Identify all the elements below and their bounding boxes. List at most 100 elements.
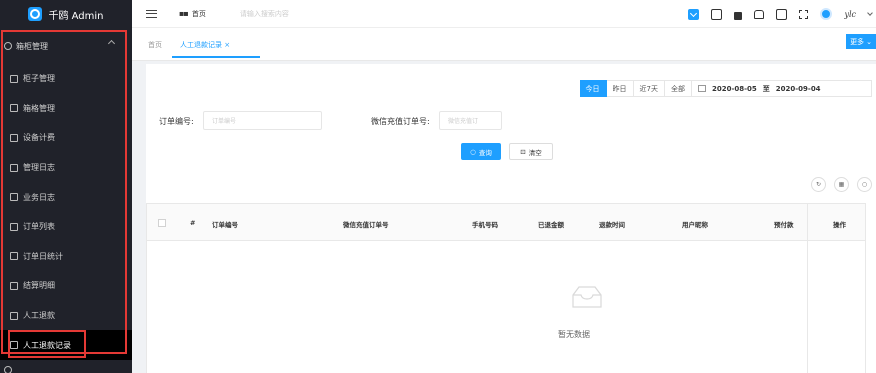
sidebar-item-billing[interactable]: 设备计费 bbox=[0, 123, 132, 153]
sidebar-item-cabinets[interactable]: 柜子管理 bbox=[0, 64, 132, 94]
top-bar: ▪▪ 首页 请输入搜索内容 ylc bbox=[132, 0, 876, 28]
sidebar-item-label: 订单日统计 bbox=[23, 251, 63, 261]
active-tab-indicator bbox=[172, 56, 260, 58]
sidebar-next-group[interactable] bbox=[0, 364, 132, 373]
column-header: 手机号码 bbox=[472, 221, 498, 229]
log-icon bbox=[10, 193, 18, 202]
receipt-icon bbox=[10, 281, 18, 290]
table-tools: ↻ ▦ ○ bbox=[811, 177, 872, 192]
date-to: 2020-09-04 bbox=[775, 84, 821, 93]
user-list-icon bbox=[10, 341, 18, 350]
sidebar-item-refund-records[interactable]: 人工退款记录 bbox=[0, 330, 132, 360]
column-header: 微信充值订单号 bbox=[343, 221, 389, 229]
sidebar-item-label: 人工退款记录 bbox=[23, 340, 71, 350]
sidebar-item-label: 箱格管理 bbox=[23, 103, 55, 113]
column-header: 预付款 bbox=[774, 221, 794, 229]
avatar[interactable] bbox=[820, 8, 833, 20]
date-range-input[interactable]: 2020-08-05 至 2020-09-04 bbox=[692, 80, 872, 97]
query-button[interactable]: ○ 查询 bbox=[461, 143, 501, 160]
shield-icon bbox=[4, 42, 12, 50]
monitor-icon bbox=[10, 74, 18, 83]
chevron-down-icon[interactable] bbox=[867, 9, 873, 16]
log-icon bbox=[10, 163, 18, 172]
chart-icon bbox=[10, 252, 18, 261]
date-separator: 至 bbox=[762, 84, 770, 93]
brand-name: 千鸥 Admin bbox=[48, 10, 104, 22]
top-toolbar: ylc bbox=[688, 0, 876, 28]
lock-icon[interactable] bbox=[734, 11, 743, 20]
refresh-icon[interactable]: ↻ bbox=[811, 177, 826, 192]
order-number-input[interactable]: 订单编号 bbox=[203, 111, 322, 130]
message-icon[interactable] bbox=[711, 8, 723, 20]
more-tabs-button[interactable]: 更多 ⌄ bbox=[846, 34, 876, 49]
menu-toggle-icon[interactable] bbox=[146, 9, 157, 18]
sidebar-item-boxes[interactable]: 箱格管理 bbox=[0, 94, 132, 124]
sidebar-item-label: 管理日志 bbox=[23, 163, 55, 173]
sidebar-item-label: 设备计费 bbox=[23, 133, 55, 143]
sidebar-group-label: 箱柜管理 bbox=[16, 41, 48, 51]
theme-icon[interactable] bbox=[754, 9, 765, 19]
sidebar-item-label: 人工退款 bbox=[23, 311, 55, 321]
more-label: 更多 bbox=[850, 37, 865, 46]
clear-label: 清空 bbox=[528, 148, 542, 157]
wx-order-label: 微信充值订单号: bbox=[371, 117, 430, 126]
columns-icon[interactable]: ▦ bbox=[834, 177, 849, 192]
brand[interactable]: 千鸥 Admin bbox=[0, 0, 132, 28]
sidebar-item-label: 业务日志 bbox=[23, 192, 55, 202]
sidebar-item-manual-refund[interactable]: 人工退款 bbox=[0, 301, 132, 331]
sidebar-item-settlement[interactable]: 结算明细 bbox=[0, 271, 132, 301]
sidebar-item-admin-log[interactable]: 管理日志 bbox=[0, 153, 132, 183]
sidebar-item-daily-stats[interactable]: 订单日统计 bbox=[0, 242, 132, 272]
column-divider bbox=[807, 204, 808, 373]
sidebar-item-label: 结算明细 bbox=[23, 281, 55, 291]
search-icon: ○ bbox=[470, 147, 476, 156]
range-yesterday-button[interactable]: 昨日 bbox=[606, 80, 634, 97]
column-header: 操作 bbox=[833, 221, 846, 229]
range-7days-button[interactable]: 近7天 bbox=[633, 80, 665, 97]
tab-home[interactable]: 首页 bbox=[148, 40, 162, 50]
image-icon bbox=[10, 104, 18, 113]
wx-order-input[interactable]: 微信充值订 bbox=[439, 111, 502, 130]
chevron-down-icon: ⌄ bbox=[866, 37, 872, 46]
grid-icon bbox=[10, 311, 18, 320]
clear-button[interactable]: ⊡ 清空 bbox=[509, 143, 553, 160]
breadcrumb[interactable]: 首页 bbox=[192, 9, 206, 19]
logo-icon bbox=[28, 7, 43, 21]
sidebar-item-label: 订单列表 bbox=[23, 222, 55, 232]
table-header: # 订单编号 微信充值订单号 手机号码 已退金额 退款时间 用户昵称 预付款 操… bbox=[147, 204, 865, 241]
column-header: 订单编号 bbox=[212, 221, 238, 229]
search-icon[interactable]: ○ bbox=[857, 177, 872, 192]
tab-refund-records[interactable]: 人工退款记录 × bbox=[180, 40, 230, 50]
search-input[interactable]: 请输入搜索内容 bbox=[240, 9, 289, 19]
shield-icon bbox=[4, 366, 12, 373]
sidebar-group-cabinet[interactable]: 箱柜管理 bbox=[0, 28, 132, 64]
column-header: # bbox=[190, 219, 196, 227]
records-table: # 订单编号 微信充值订单号 手机号码 已退金额 退款时间 用户昵称 预付款 操… bbox=[146, 203, 866, 373]
range-all-button[interactable]: 全部 bbox=[665, 80, 692, 97]
empty-box-icon bbox=[572, 286, 602, 308]
sidebar-item-orders[interactable]: 订单列表 bbox=[0, 212, 132, 242]
home-grid-icon[interactable]: ▪▪ bbox=[179, 9, 189, 18]
search-form: 订单编号: 订单编号 微信充值订单号: 微信充值订 bbox=[146, 111, 876, 131]
trash-icon: ⊡ bbox=[520, 147, 526, 156]
dropdown-icon[interactable] bbox=[688, 8, 700, 20]
sidebar-item-label: 柜子管理 bbox=[23, 74, 55, 84]
date-range-filter: 今日 昨日 近7天 全部 2020-08-05 至 2020-09-04 bbox=[579, 80, 872, 97]
column-header: 已退金额 bbox=[538, 221, 564, 229]
list-icon bbox=[10, 222, 18, 231]
chevron-up-icon bbox=[107, 39, 116, 48]
fullscreen-icon[interactable] bbox=[799, 9, 809, 19]
user-name[interactable]: ylc bbox=[844, 10, 856, 19]
order-number-label: 订单编号: bbox=[159, 117, 194, 126]
main-content: 今日 昨日 近7天 全部 2020-08-05 至 2020-09-04 订单编… bbox=[146, 64, 876, 373]
range-today-button[interactable]: 今日 bbox=[579, 80, 607, 97]
note-icon[interactable] bbox=[776, 8, 788, 20]
select-all-checkbox[interactable] bbox=[158, 219, 166, 227]
calendar-icon bbox=[698, 85, 706, 92]
column-header: 用户昵称 bbox=[682, 221, 708, 229]
empty-state-text: 暂无数据 bbox=[558, 330, 590, 339]
query-label: 查询 bbox=[478, 148, 492, 157]
tabs-bar: 首页 人工退款记录 × 更多 ⌄ bbox=[132, 28, 876, 61]
sidebar-item-business-log[interactable]: 业务日志 bbox=[0, 182, 132, 212]
column-header: 退款时间 bbox=[599, 221, 625, 229]
